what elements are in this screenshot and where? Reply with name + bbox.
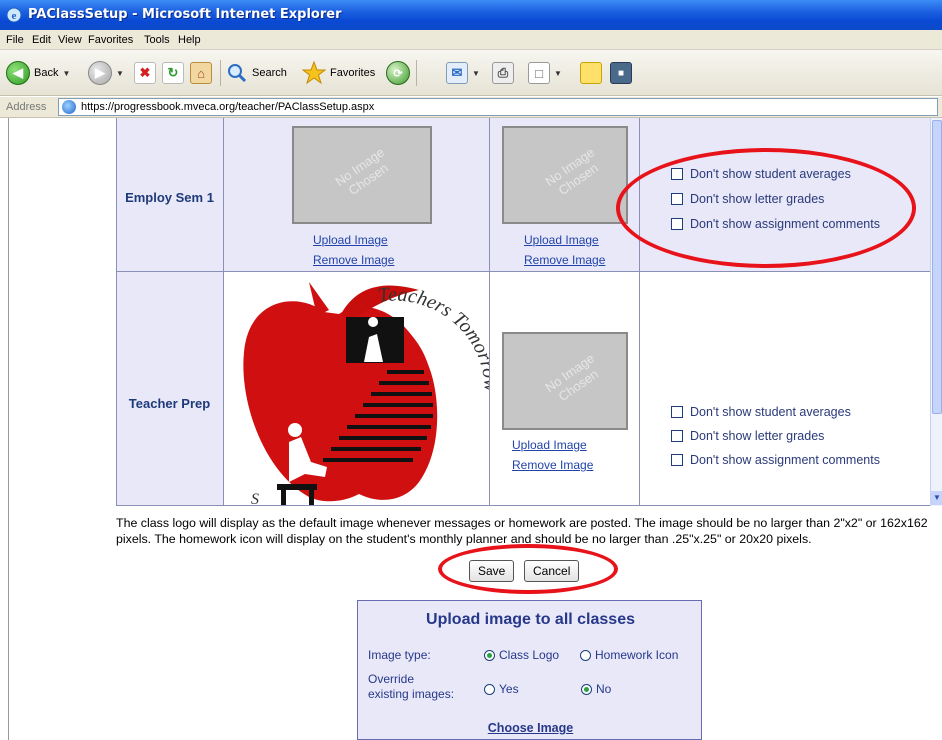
svg-text:e: e <box>12 10 17 22</box>
toolbar: ◀ Back ▼ ▶ ▼ ✖ ↻ ⌂ Search Favorites ⟳ ✉ … <box>0 50 942 96</box>
menu-bar: File Edit View Favorites Tools Help <box>0 30 942 50</box>
address-input[interactable]: https://progressbook.mveca.org/teacher/P… <box>58 98 938 116</box>
search-button[interactable]: Search <box>226 60 287 86</box>
page-content: Employ Sem 1 No Image Chosen Upload Imag… <box>0 118 942 740</box>
override-no-radio[interactable]: No <box>581 682 611 696</box>
upload-icon-link[interactable]: Upload Image <box>512 438 587 452</box>
image-type-label: Image type: <box>368 648 431 662</box>
override-label-line2: existing images: <box>368 687 455 701</box>
choose-image-link[interactable]: Choose Image <box>358 721 703 735</box>
chevron-down-icon: ▼ <box>472 68 480 78</box>
hide-letter-grades-checkbox[interactable]: Don't show letter grades <box>671 192 824 206</box>
address-label: Address <box>6 101 47 113</box>
homework-icon-placeholder: No Image Chosen <box>502 332 628 430</box>
hide-comments-checkbox[interactable]: Don't show assignment comments <box>671 453 880 467</box>
homework-icon-radio[interactable]: Homework Icon <box>580 648 678 662</box>
class-name: Employ Sem 1 <box>125 190 214 205</box>
research-button[interactable]: ■ <box>610 60 632 86</box>
upload-logo-link[interactable]: Upload Image <box>313 233 388 247</box>
upload-all-heading: Upload image to all classes <box>426 611 635 628</box>
back-arrow-icon: ◀ <box>6 61 30 85</box>
class-setup-table: Employ Sem 1 No Image Chosen Upload Imag… <box>116 118 930 506</box>
forward-button[interactable]: ▶ ▼ <box>88 60 124 86</box>
teachers-tomorrow-logo: Teachers Tomorrow S <box>243 282 489 506</box>
hide-averages-checkbox[interactable]: Don't show student averages <box>671 167 851 181</box>
class-logo-placeholder: No Image Chosen <box>292 126 432 224</box>
chevron-down-icon: ▼ <box>62 68 71 78</box>
folder-icon <box>580 62 602 84</box>
override-label: Override <box>368 672 415 686</box>
star-icon <box>302 61 326 85</box>
home-button[interactable]: ⌂ <box>190 60 212 86</box>
history-button[interactable]: ⟳ <box>386 60 410 86</box>
chevron-down-icon: ▼ <box>116 68 124 78</box>
homework-icon-placeholder: No Image Chosen <box>502 126 628 224</box>
refresh-button[interactable]: ↻ <box>162 60 184 86</box>
menu-tools[interactable]: Tools <box>144 34 170 46</box>
mail-button[interactable]: ✉ ▼ <box>446 60 480 86</box>
printer-icon: ⎙ <box>492 62 514 84</box>
remove-icon-link[interactable]: Remove Image <box>524 253 605 267</box>
vertical-scrollbar[interactable]: ▼ <box>930 118 942 506</box>
page-icon <box>62 100 76 114</box>
hide-averages-checkbox[interactable]: Don't show student averages <box>671 405 851 419</box>
home-icon: ⌂ <box>190 62 212 84</box>
class-name: Teacher Prep <box>128 396 211 411</box>
search-icon <box>228 64 247 83</box>
table-row: Employ Sem 1 No Image Chosen Upload Imag… <box>117 118 930 271</box>
instructions-text: The class logo will display as the defau… <box>116 516 928 546</box>
edit-icon: □ <box>528 62 550 84</box>
menu-help[interactable]: Help <box>178 34 201 46</box>
print-button[interactable]: ⎙ <box>492 60 514 86</box>
hide-letter-grades-checkbox[interactable]: Don't show letter grades <box>671 429 824 443</box>
chevron-down-icon[interactable]: ▼ <box>931 491 942 505</box>
table-row: Teacher Prep Teachers Tom S No Image Cho… <box>117 272 930 506</box>
browser-window: e PAClassSetup - Microsoft Internet Expl… <box>0 0 942 740</box>
edit-button[interactable]: □ ▼ <box>528 60 562 86</box>
remove-logo-link[interactable]: Remove Image <box>313 253 394 267</box>
cancel-button[interactable]: Cancel <box>524 560 580 582</box>
research-icon: ■ <box>610 62 632 84</box>
svg-text:S: S <box>251 491 259 506</box>
history-icon: ⟳ <box>386 61 410 85</box>
stop-icon: ✖ <box>134 62 156 84</box>
upload-icon-link[interactable]: Upload Image <box>524 233 599 247</box>
upload-all-panel: Upload image to all classes Image type: … <box>357 600 702 740</box>
ie-logo-icon: e <box>6 7 22 23</box>
hide-comments-checkbox[interactable]: Don't show assignment comments <box>671 217 880 231</box>
class-logo-radio[interactable]: Class Logo <box>484 648 559 662</box>
mail-icon: ✉ <box>446 62 468 84</box>
scroll-thumb[interactable] <box>932 120 942 414</box>
menu-view[interactable]: View <box>58 34 82 46</box>
save-button[interactable]: Save <box>469 560 515 582</box>
chevron-down-icon: ▼ <box>554 68 562 78</box>
title-bar: e PAClassSetup - Microsoft Internet Expl… <box>0 0 942 30</box>
window-title: PAClassSetup - Microsoft Internet Explor… <box>28 7 342 22</box>
stop-button[interactable]: ✖ <box>134 60 156 86</box>
discuss-button[interactable] <box>580 60 602 86</box>
remove-icon-link[interactable]: Remove Image <box>512 458 593 472</box>
back-button[interactable]: ◀ Back ▼ <box>6 60 70 86</box>
address-bar: Address https://progressbook.mveca.org/t… <box>0 97 942 118</box>
forward-arrow-icon: ▶ <box>88 61 112 85</box>
menu-file[interactable]: File <box>6 34 24 46</box>
menu-favorites[interactable]: Favorites <box>88 34 133 46</box>
refresh-icon: ↻ <box>162 62 184 84</box>
favorites-button[interactable]: Favorites <box>302 60 375 86</box>
menu-edit[interactable]: Edit <box>32 34 51 46</box>
override-yes-radio[interactable]: Yes <box>484 682 519 696</box>
